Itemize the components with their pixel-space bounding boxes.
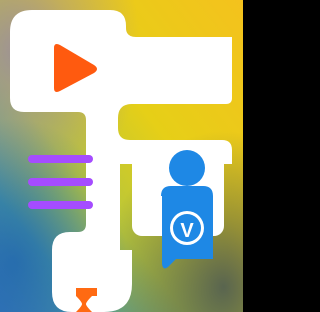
verified-badge-icon: V	[170, 211, 204, 245]
badge-letter: V	[180, 220, 194, 242]
icon-layer: V	[28, 41, 218, 312]
user-profile-icon	[161, 150, 213, 269]
menu-top-icon	[157, 41, 218, 95]
illustration-canvas: V	[0, 0, 243, 312]
hourglass-icon	[76, 288, 97, 312]
play-icon	[54, 44, 97, 92]
menu-bottom-icon	[28, 155, 93, 209]
